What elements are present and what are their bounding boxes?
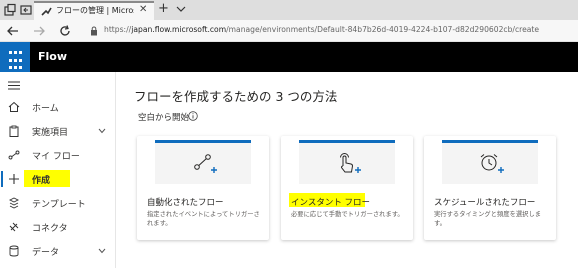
sidebar-item-create[interactable]: 作成 <box>0 168 116 192</box>
template-icon <box>8 197 20 209</box>
automated-flow-icon <box>194 154 217 173</box>
card-title: 自動化されたフロー <box>147 198 224 208</box>
info-icon[interactable] <box>188 111 198 121</box>
database-icon <box>9 245 19 257</box>
card-description: 必要に応じて手動でトリガーされます。 <box>291 211 404 218</box>
sidebar-item-label: データ <box>32 248 60 258</box>
lock-icon <box>91 26 97 36</box>
clipboard-icon <box>9 125 19 137</box>
sidebar-item-templates[interactable]: テンプレート <box>0 192 116 216</box>
instant-flow-card[interactable]: インスタント フロー 必要に応じて手動でトリガーされます。 <box>281 136 413 240</box>
chevron-down-icon[interactable] <box>98 128 106 134</box>
connector-icon <box>9 222 19 232</box>
sidebar-item-label: マイ フロー <box>32 152 80 162</box>
sidebar-item-label: 作成 <box>32 176 51 186</box>
sidebar-item-data[interactable]: データ <box>0 240 116 264</box>
automated-flow-card[interactable]: 自動化されたフロー 指定されたイベントによってトリガーされます。 <box>137 136 269 240</box>
active-browser-tab[interactable]: フローの管理 | Microsoft F ✕ <box>34 1 154 20</box>
touch-icon <box>340 153 361 173</box>
address-bar-row: https://japan.flow.microsoft.com/manage/… <box>0 20 578 42</box>
alarm-clock-icon <box>480 154 504 173</box>
page-title: フローを作成するための 3 つの方法 <box>134 89 338 104</box>
scheduled-flow-card[interactable]: スケジュールされたフロー 実行するタイミングと頻度を選択します。 <box>424 136 556 240</box>
flow-icon <box>8 150 20 160</box>
sidebar-item-label: テンプレート <box>32 200 86 210</box>
plus-icon <box>9 174 19 184</box>
left-nav: ホーム 実施項目 マイ フロー 作成 テンプレート コネクタ データ <box>0 72 116 268</box>
home-icon <box>8 101 20 112</box>
sidebar-item-label: 実施項目 <box>32 128 69 138</box>
tab-close-icon[interactable]: ✕ <box>139 4 147 15</box>
card-illustration <box>442 140 538 184</box>
tab-title: フローの管理 | Microsoft F <box>56 6 134 15</box>
app-brand[interactable]: Flow <box>38 50 67 63</box>
chevron-down-icon[interactable] <box>98 248 106 254</box>
url-field[interactable]: https://japan.flow.microsoft.com/manage/… <box>86 23 578 39</box>
chevron-down-icon[interactable] <box>176 4 186 14</box>
card-description: 実行するタイミングと頻度を選択します。 <box>434 211 542 227</box>
url-text: https://japan.flow.microsoft.com/manage/… <box>104 25 540 34</box>
back-tabs-icon[interactable] <box>19 3 33 17</box>
card-illustration <box>299 140 395 184</box>
sidebar-item-label: コネクタ <box>32 224 68 234</box>
sidebar-item-my-flows[interactable]: マイ フロー <box>0 144 116 168</box>
sidebar-item-action-items[interactable]: 実施項目 <box>0 120 116 144</box>
card-description: 指定されたイベントによってトリガーされます。 <box>147 211 260 227</box>
forward-arrow-icon[interactable] <box>32 24 46 38</box>
hamburger-menu-icon[interactable] <box>8 81 20 90</box>
back-arrow-icon[interactable] <box>6 24 20 38</box>
card-title: インスタント フロー <box>291 198 371 208</box>
sidebar-item-home[interactable]: ホーム <box>0 96 116 120</box>
sidebar-item-connectors[interactable]: コネクタ <box>0 216 116 240</box>
new-tab-icon[interactable]: + <box>158 1 169 16</box>
flow-favicon-icon <box>41 7 52 16</box>
section-subtitle: 空白から開始 <box>138 113 190 123</box>
card-title: スケジュールされたフロー <box>434 198 536 208</box>
refresh-icon[interactable] <box>58 24 72 38</box>
card-illustration <box>155 140 251 184</box>
sidebar-item-label: ホーム <box>32 104 59 114</box>
tab-actions-icon[interactable] <box>3 3 17 17</box>
app-launcher-icon[interactable] <box>0 42 30 72</box>
browser-tab-strip: フローの管理 | Microsoft F ✕ + <box>0 0 578 20</box>
active-indicator <box>1 171 3 187</box>
app-header: Flow <box>0 42 578 72</box>
